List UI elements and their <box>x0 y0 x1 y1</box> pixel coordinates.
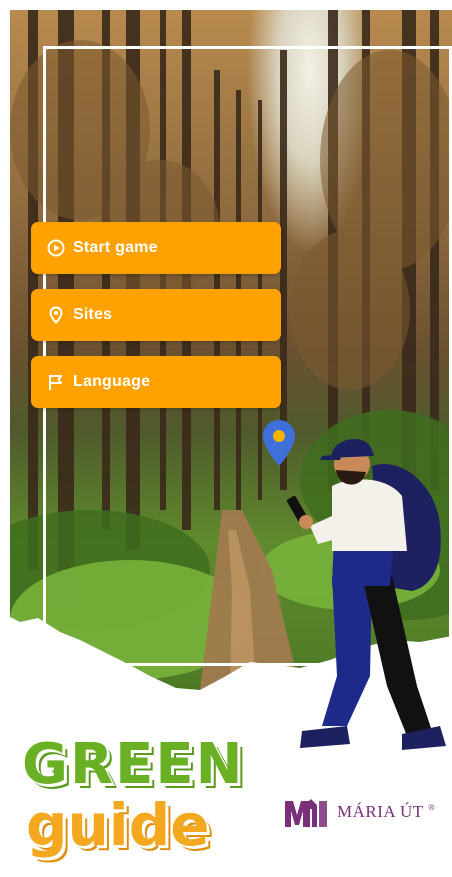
sites-label: Sites <box>73 306 113 323</box>
app-title-guide: guide <box>26 791 210 859</box>
app-title-green: GREEN <box>22 732 245 797</box>
maria-ut-logo-mark <box>285 799 327 827</box>
start-game-button[interactable]: Start game <box>31 222 281 274</box>
partner-name: MÁRIA ÚT <box>337 802 424 821</box>
start-game-label: Start game <box>73 239 158 256</box>
hiker-illustration <box>286 438 446 750</box>
sites-button[interactable]: Sites <box>31 289 281 341</box>
maria-ut-logo-text: MÁRIA ÚT ® <box>337 802 435 822</box>
flag-icon <box>47 373 65 391</box>
maria-ut-logo: MÁRIA ÚT ® <box>283 795 435 829</box>
location-pin-icon <box>47 306 65 324</box>
language-button[interactable]: Language <box>31 356 281 408</box>
app-screen: Start game Sites Language GREEN guide MÁ… <box>0 0 452 877</box>
registered-mark: ® <box>428 802 436 813</box>
language-label: Language <box>73 373 151 390</box>
play-circle-icon <box>47 239 65 257</box>
